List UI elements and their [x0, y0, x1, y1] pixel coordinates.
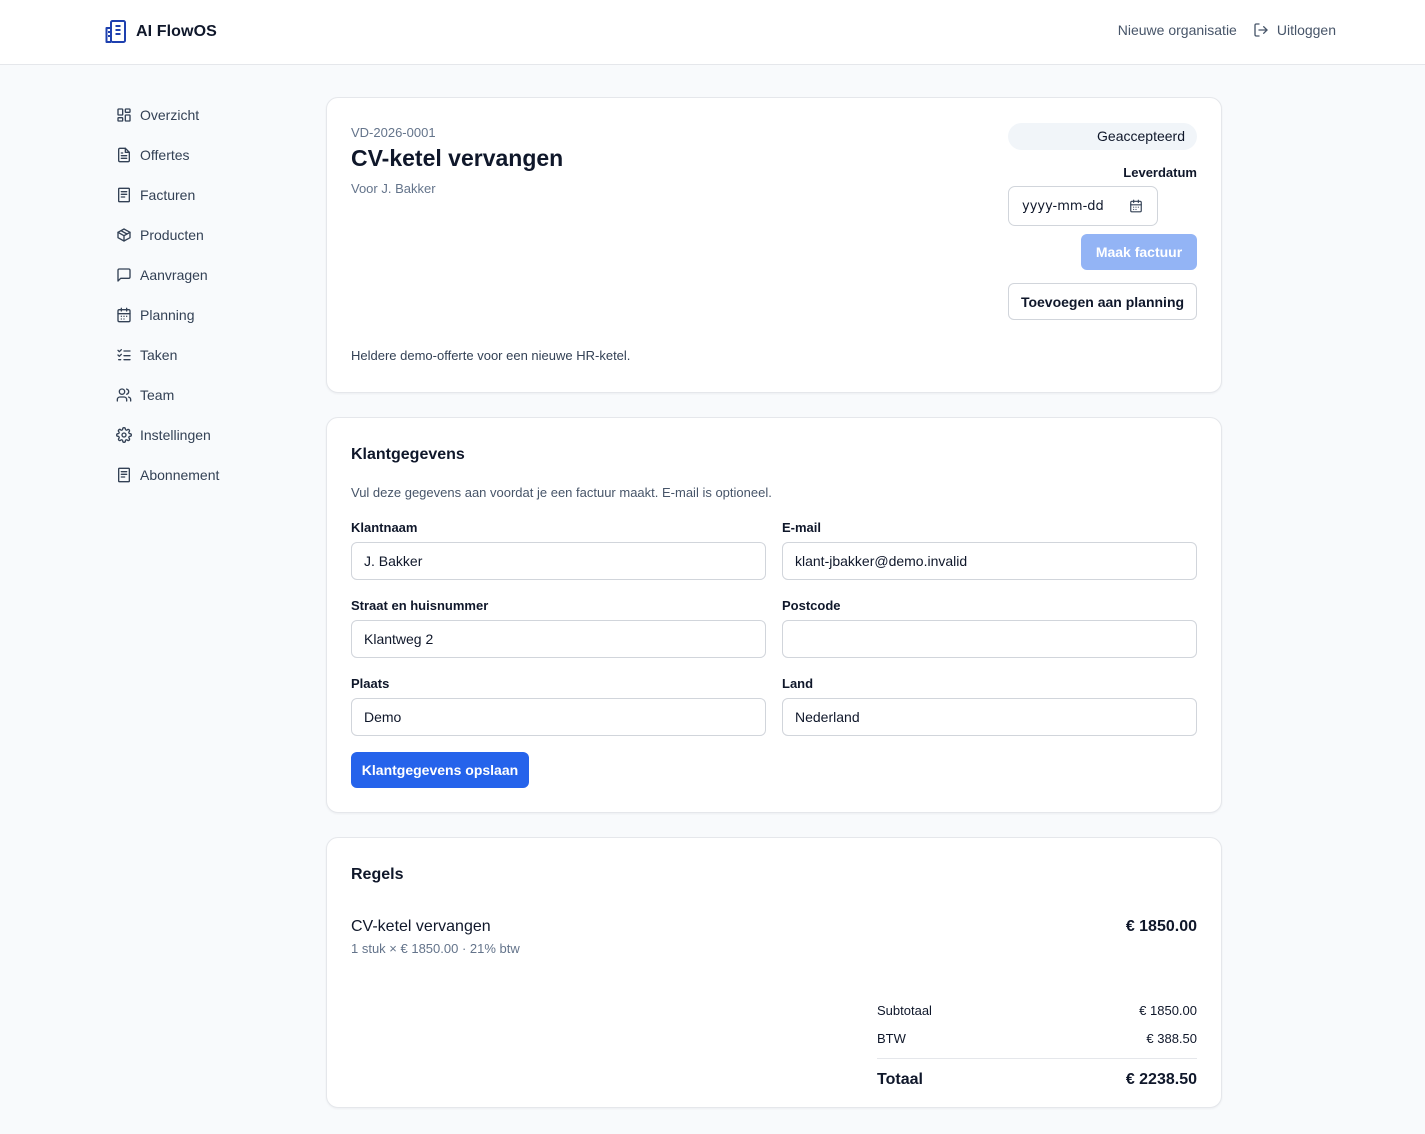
- file-text-icon: [118, 147, 130, 163]
- status-badge: Geaccepteerd: [1008, 123, 1197, 150]
- grand-total-row: Totaal € 2238.50: [877, 1060, 1197, 1100]
- list-checks-icon: [117, 349, 131, 361]
- app-name: AI FlowOS: [136, 22, 217, 40]
- building-logo-icon: [105, 20, 126, 43]
- sidebar-item-aanvragen[interactable]: Aanvragen: [108, 255, 308, 295]
- lines-section-title: Regels: [351, 866, 404, 883]
- city-input[interactable]: [351, 698, 766, 736]
- customer-name-label: Klantnaam: [351, 520, 418, 535]
- vat-value: € 388.50: [1146, 1030, 1197, 1046]
- sidebar-item-label: Offertes: [140, 147, 190, 163]
- country-input[interactable]: [782, 698, 1197, 736]
- customer-details-card: Klantgegevens Vul deze gegevens aan voor…: [326, 417, 1222, 813]
- totals-summary: Subtotaal € 1850.00 BTW € 388.50 Totaal …: [877, 996, 1197, 1100]
- new-organisation-link[interactable]: Nieuwe organisatie: [1118, 22, 1237, 38]
- grid-icon: [117, 108, 131, 122]
- postcode-input[interactable]: [782, 620, 1197, 658]
- email-label: E-mail: [782, 520, 822, 535]
- add-to-planning-button[interactable]: Toevoegen aan planning: [1008, 283, 1197, 320]
- quote-header-card: VD-2026-0001 CV-ketel vervangen Voor J. …: [326, 97, 1222, 393]
- sidebar-item-team[interactable]: Team: [108, 375, 308, 415]
- sidebar-item-label: Facturen: [140, 187, 196, 203]
- sidebar-item-offertes[interactable]: Offertes: [108, 135, 308, 175]
- package-icon: [117, 228, 131, 242]
- delivery-date-label: Leverdatum: [1123, 165, 1197, 180]
- vat-row: BTW € 388.50: [877, 1024, 1197, 1052]
- street-input[interactable]: [351, 620, 766, 658]
- line-item-name: CV-ketel vervangen: [351, 918, 491, 935]
- subtotal-row: Subtotaal € 1850.00: [877, 996, 1197, 1024]
- subtotal-label: Subtotaal: [877, 1002, 932, 1018]
- calendar-icon[interactable]: [1129, 199, 1143, 213]
- delivery-date-input[interactable]: yyyy-mm-dd: [1008, 186, 1158, 226]
- subtotal-value: € 1850.00: [1139, 1002, 1197, 1018]
- sidebar-item-label: Abonnement: [140, 467, 220, 483]
- line-item-total: € 1850.00: [1125, 918, 1197, 935]
- quote-number: VD-2026-0001: [351, 125, 436, 140]
- page-title: CV-ketel vervangen: [351, 145, 564, 171]
- email-input[interactable]: [782, 542, 1197, 580]
- sidebar-item-overzicht[interactable]: Overzicht: [108, 95, 308, 135]
- sidebar-item-abonnement[interactable]: Abonnement: [108, 455, 308, 495]
- customer-section-title: Klantgegevens: [351, 446, 465, 463]
- gear-icon: [116, 427, 132, 443]
- logout-label: Uitloggen: [1276, 22, 1336, 38]
- grand-total-value: € 2238.50: [1125, 1071, 1197, 1088]
- logout-icon: [1254, 23, 1268, 37]
- receipt-icon: [118, 467, 130, 483]
- sidebar-item-planning[interactable]: Planning: [108, 295, 308, 335]
- users-icon: [116, 388, 132, 402]
- postcode-label: Postcode: [782, 598, 841, 613]
- sidebar-item-label: Producten: [140, 227, 204, 243]
- customer-hint: Vul deze gegevens aan voordat je een fac…: [351, 485, 772, 500]
- calendar-icon: [117, 307, 131, 323]
- totals-divider: [877, 1058, 1197, 1059]
- sidebar-item-producten[interactable]: Producten: [108, 215, 308, 255]
- sidebar-item-label: Taken: [140, 347, 178, 363]
- sidebar-item-facturen[interactable]: Facturen: [108, 175, 308, 215]
- message-icon: [117, 268, 131, 282]
- customer-name-input[interactable]: [351, 542, 766, 580]
- sidebar-item-taken[interactable]: Taken: [108, 335, 308, 375]
- grand-total-label: Totaal: [877, 1071, 923, 1088]
- vat-label: BTW: [877, 1030, 906, 1046]
- sidebar-nav: Overzicht Offertes Facturen Producten Aa…: [108, 95, 308, 495]
- sidebar-item-label: Instellingen: [140, 427, 211, 443]
- country-label: Land: [782, 676, 814, 691]
- logout-link[interactable]: Uitloggen: [1253, 22, 1336, 38]
- sidebar-item-label: Planning: [140, 307, 195, 323]
- street-label: Straat en huisnummer: [351, 598, 489, 613]
- brand[interactable]: AI FlowOS: [104, 19, 217, 44]
- quote-description: Heldere demo-offerte voor een nieuwe HR-…: [351, 348, 631, 363]
- top-bar: AI FlowOS Nieuwe organisatie Uitloggen: [0, 0, 1425, 65]
- city-label: Plaats: [351, 676, 390, 691]
- sidebar-item-label: Aanvragen: [140, 267, 208, 283]
- sidebar-item-instellingen[interactable]: Instellingen: [108, 415, 308, 455]
- quote-recipient: Voor J. Bakker: [351, 181, 436, 196]
- save-customer-button[interactable]: Klantgegevens opslaan: [351, 752, 529, 788]
- make-invoice-button[interactable]: Maak factuur: [1081, 234, 1197, 270]
- receipt-icon: [118, 187, 130, 203]
- delivery-date-placeholder: yyyy-mm-dd: [1022, 198, 1104, 214]
- sidebar-item-label: Overzicht: [140, 107, 200, 123]
- lines-card: Regels CV-ketel vervangen 1 stuk × € 185…: [326, 837, 1222, 1108]
- line-item-meta: 1 stuk × € 1850.00 · 21% btw: [351, 941, 520, 956]
- sidebar-item-label: Team: [140, 387, 175, 403]
